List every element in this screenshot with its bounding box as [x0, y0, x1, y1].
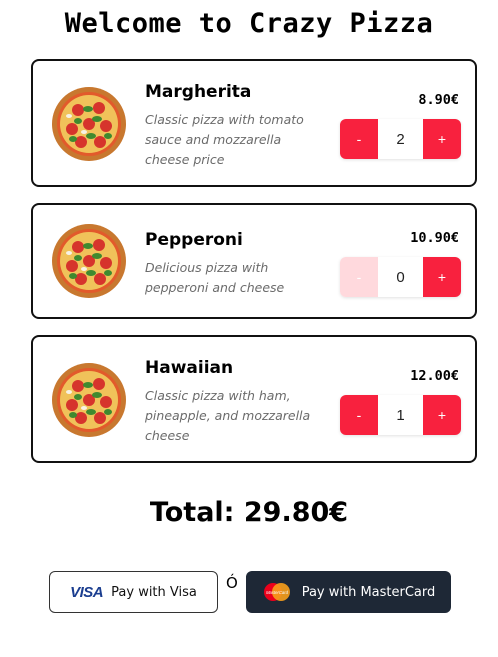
- svg-text:MasterCard: MasterCard: [266, 590, 289, 595]
- decrease-quantity-button[interactable]: -: [340, 257, 378, 297]
- increase-quantity-button[interactable]: +: [423, 257, 461, 297]
- payment-separator: Ó: [226, 574, 238, 592]
- pizza-icon: [52, 87, 126, 161]
- pizza-icon: [52, 224, 126, 298]
- product-price: 12.00€: [410, 368, 459, 384]
- product-card-margherita: Margherita Classic pizza with tomato sau…: [31, 59, 477, 187]
- increase-quantity-button[interactable]: +: [423, 119, 461, 159]
- product-description: Delicious pizza with pepperoni and chees…: [145, 260, 285, 295]
- decrease-quantity-button[interactable]: -: [340, 395, 378, 435]
- quantity-value[interactable]: 2: [378, 119, 423, 159]
- quantity-value[interactable]: 1: [378, 395, 423, 435]
- product-price: 10.90€: [410, 230, 459, 246]
- page-title: Welcome to Crazy Pizza: [64, 8, 434, 39]
- product-card-hawaiian: Hawaiian Classic pizza with ham, pineapp…: [31, 335, 477, 463]
- pay-with-mastercard-button[interactable]: MasterCard Pay with MasterCard: [246, 571, 451, 613]
- product-description: Classic pizza with tomato sauce and mozz…: [145, 112, 304, 167]
- product-description: Classic pizza with ham, pineapple, and m…: [145, 388, 311, 443]
- decrease-quantity-button[interactable]: -: [340, 119, 378, 159]
- product-name: Hawaiian: [145, 358, 234, 378]
- mastercard-logo-icon: MasterCard: [263, 583, 290, 601]
- pizza-icon: [52, 363, 126, 437]
- quantity-stepper: - 0 +: [340, 257, 461, 297]
- pay-with-mastercard-label: Pay with MasterCard: [301, 584, 436, 600]
- product-name: Pepperoni: [145, 230, 243, 250]
- increase-quantity-button[interactable]: +: [423, 395, 461, 435]
- product-price: 8.90€: [418, 92, 459, 108]
- quantity-stepper: - 2 +: [340, 119, 461, 159]
- product-name: Margherita: [145, 82, 252, 102]
- product-card-pepperoni: Pepperoni Delicious pizza with pepperoni…: [31, 203, 477, 319]
- quantity-value[interactable]: 0: [378, 257, 423, 297]
- pay-with-visa-label: Pay with Visa: [111, 584, 197, 600]
- order-total: Total: 29.80€: [149, 497, 349, 528]
- visa-logo-icon: VISA: [70, 583, 104, 601]
- quantity-stepper: - 1 +: [340, 395, 461, 435]
- pay-with-visa-button[interactable]: VISA Pay with Visa: [49, 571, 218, 613]
